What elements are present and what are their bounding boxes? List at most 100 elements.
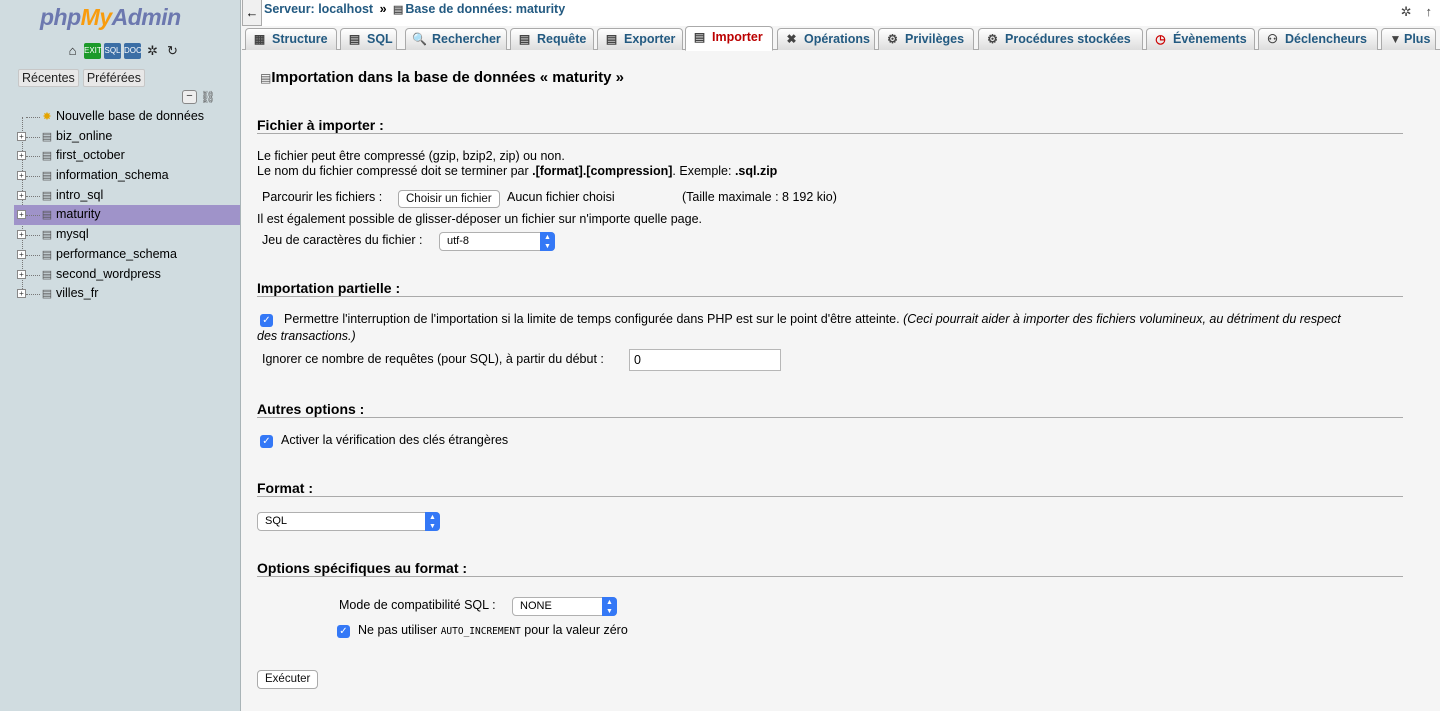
tree-item-villes_fr[interactable]: + ▤ villes_fr xyxy=(14,284,240,304)
tab-events[interactable]: ◷ Évènements xyxy=(1146,28,1255,50)
charset-select[interactable]: utf-8 ▲ ▼ xyxy=(439,232,555,251)
export-icon: ▤ xyxy=(605,32,618,46)
charset-label: Jeu de caractères du fichier : xyxy=(262,233,423,247)
recent-tables-button[interactable]: Récentes xyxy=(18,69,79,87)
database-icon: ▤ xyxy=(41,209,53,222)
tree-item-label: intro_sql xyxy=(56,187,104,202)
tree-item-biz_online[interactable]: + ▤ biz_online xyxy=(14,127,240,147)
new-database-item[interactable]: ✸ Nouvelle base de données xyxy=(14,107,240,127)
tab-search[interactable]: 🔍 Rechercher xyxy=(405,28,507,50)
tab-operations[interactable]: ✖ Opérations xyxy=(777,28,875,50)
skip-queries-input[interactable]: 0 xyxy=(629,349,781,371)
tab-import[interactable]: ▤ Importer xyxy=(685,26,773,51)
settings-icon[interactable]: ✲ xyxy=(1401,4,1412,20)
import-icon: ▤ xyxy=(693,30,706,44)
collapse-all-icon[interactable]: − xyxy=(182,90,197,104)
collapse-nav-button[interactable]: ← xyxy=(242,0,262,26)
tree-item-label: second_wordpress xyxy=(56,266,161,281)
no-file-label: Aucun fichier choisi xyxy=(507,190,615,204)
page-title: Importation dans la base de données « ma… xyxy=(271,69,624,86)
chevron-down-icon: ▼ xyxy=(1389,32,1402,46)
new-database-label: Nouvelle base de données xyxy=(56,109,205,123)
tree-item-performance_schema[interactable]: + ▤ performance_schema xyxy=(14,245,240,265)
database-icon: ▤ xyxy=(393,4,404,16)
allow-interrupt-checkbox[interactable]: ✓ xyxy=(260,314,273,327)
tab-routines[interactable]: ⚙ Procédures stockées xyxy=(978,28,1143,50)
documentation-icon[interactable]: DOC xyxy=(124,43,142,59)
format-select[interactable]: SQL ▲ ▼ xyxy=(257,512,440,531)
tree-item-second_wordpress[interactable]: + ▤ second_wordpress xyxy=(14,265,240,285)
structure-icon: ▦ xyxy=(253,32,266,46)
allow-interrupt-note: des transactions.) xyxy=(257,329,356,343)
other-options-heading: Autres options : xyxy=(257,401,365,417)
divider xyxy=(257,496,1403,497)
max-size-label: (Taille maximale : 8 192 kio) xyxy=(682,190,837,204)
tab-more[interactable]: ▼ Plus xyxy=(1381,28,1436,50)
tree-item-label: information_schema xyxy=(56,168,169,183)
expand-icon[interactable]: + xyxy=(17,190,26,200)
breadcrumb-server[interactable]: Serveur: localhost xyxy=(264,2,373,16)
tab-export[interactable]: ▤ Exporter xyxy=(597,28,683,50)
routines-icon: ⚙ xyxy=(987,32,998,46)
tree-item-information_schema[interactable]: + ▤ information_schema xyxy=(14,166,240,186)
choose-file-button[interactable]: Choisir un fichier xyxy=(398,190,500,208)
select-arrow-icon: ▲ ▼ xyxy=(425,512,440,531)
privileges-icon: ⚙ xyxy=(887,32,898,46)
tab-sql[interactable]: ▤ SQL xyxy=(340,28,397,50)
favorite-tables-button[interactable]: Préférées xyxy=(82,69,146,87)
breadcrumb-database[interactable]: Base de données: maturity xyxy=(405,2,565,16)
tab-structure[interactable]: ▦ Structure xyxy=(245,28,337,50)
allow-interrupt-label: Permettre l'interruption de l'importatio… xyxy=(284,312,1341,326)
expand-icon[interactable]: + xyxy=(17,230,26,240)
query-icon: ▤ xyxy=(518,32,531,46)
drag-drop-note: Il est également possible de glisser-dép… xyxy=(257,212,702,226)
tree-item-label: biz_online xyxy=(56,128,113,143)
database-icon: ▤ xyxy=(41,150,53,163)
execute-button[interactable]: Exécuter xyxy=(257,670,319,689)
triggers-icon: ⚇ xyxy=(1267,32,1278,46)
format-options-heading: Options spécifiques au format : xyxy=(257,560,468,576)
home-icon[interactable]: ⌂ xyxy=(64,43,81,59)
logout-icon[interactable]: EXIT xyxy=(84,43,102,59)
database-icon: ▤ xyxy=(41,170,53,183)
divider xyxy=(257,576,1403,577)
browse-label: Parcourir les fichiers : xyxy=(262,190,383,204)
expand-icon[interactable]: + xyxy=(17,131,26,141)
tab-triggers[interactable]: ⚇ Déclencheurs xyxy=(1258,28,1378,50)
no-auto-increment-checkbox[interactable]: ✓ xyxy=(337,625,350,638)
expand-icon[interactable]: + xyxy=(17,249,26,259)
foreign-key-checks-checkbox[interactable]: ✓ xyxy=(260,435,273,448)
settings-icon[interactable]: ✲ xyxy=(144,43,161,59)
tab-query[interactable]: ▤ Requête xyxy=(510,28,594,50)
database-icon: ▤ xyxy=(41,229,53,242)
query-window-icon[interactable]: SQL xyxy=(104,43,121,59)
expand-icon[interactable]: + xyxy=(17,210,26,220)
events-icon: ◷ xyxy=(1155,32,1166,46)
page-title-row: ▤Importation dans la base de données « m… xyxy=(260,69,624,86)
divider xyxy=(257,296,1403,297)
expand-icon[interactable]: + xyxy=(17,289,26,299)
select-arrow-icon: ▲ ▼ xyxy=(602,597,617,616)
compression-note: Le fichier peut être compressé (gzip, bz… xyxy=(257,149,565,163)
database-icon: ▤ xyxy=(41,130,53,143)
select-arrow-icon: ▲ ▼ xyxy=(540,232,555,251)
breadcrumb: Serveur: localhost » ▤ Base de données: m… xyxy=(264,2,565,16)
reload-icon[interactable]: ↻ xyxy=(164,43,181,59)
expand-icon[interactable]: + xyxy=(17,151,26,161)
tree-item-mysql[interactable]: + ▤ mysql xyxy=(14,225,240,245)
tree-item-maturity[interactable]: + ▤ maturity xyxy=(14,205,240,226)
tree-item-intro_sql[interactable]: + ▤ intro_sql xyxy=(14,186,240,206)
scroll-top-icon[interactable]: ↑ xyxy=(1426,4,1433,20)
top-right-controls: ✲ ↑ xyxy=(1401,4,1432,20)
tree-item-label: maturity xyxy=(56,207,101,222)
sql-compat-select[interactable]: NONE ▲ ▼ xyxy=(512,597,617,616)
divider xyxy=(257,417,1403,418)
expand-icon[interactable]: + xyxy=(17,269,26,279)
expand-icon[interactable]: + xyxy=(17,171,26,181)
divider xyxy=(257,133,1403,134)
tree-item-first_october[interactable]: + ▤ first_october xyxy=(14,146,240,166)
link-icon[interactable]: ⛓ xyxy=(200,90,216,104)
tab-privileges[interactable]: ⚙ Privilèges xyxy=(878,28,974,50)
tree-item-label: performance_schema xyxy=(56,246,177,261)
phpmyadmin-logo[interactable]: phpMyAdmin xyxy=(40,4,181,31)
